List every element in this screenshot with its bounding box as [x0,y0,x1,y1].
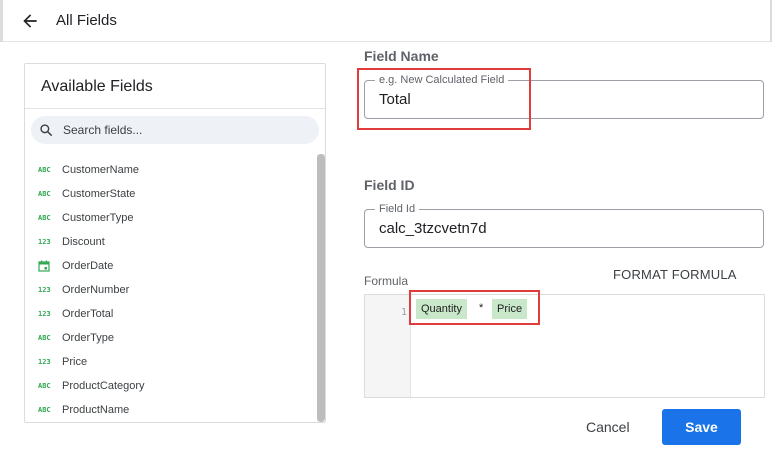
field-name-heading: Field Name [364,48,439,64]
field-item-productcategory[interactable]: ABC ProductCategory [25,374,315,398]
back-button[interactable] [18,10,42,32]
field-item-label: OrderNumber [62,284,130,296]
text-type-icon: ABC [38,166,51,174]
panel-title: Available Fields [41,78,153,95]
calendar-icon [38,260,54,272]
field-item-customername[interactable]: ABC CustomerName [25,158,315,182]
field-id-legend: Field Id [375,203,420,215]
formula-label: Formula [364,274,409,288]
field-id-box[interactable]: Field Id [364,203,764,248]
number-type-icon: 123 [38,310,51,318]
panel-divider [25,108,325,109]
field-item-label: OrderTotal [62,308,114,320]
field-id-heading: Field ID [364,177,415,193]
number-type-icon: 123 [38,286,51,294]
field-item-ordertype[interactable]: ABC OrderType [25,326,315,350]
available-fields-panel: Available Fields ABC CustomerName ABC Cu… [24,63,326,423]
highlight-field-name [357,68,531,130]
field-item-label: CustomerState [62,188,136,200]
field-item-label: OrderDate [62,260,114,272]
field-item-customerstate[interactable]: ABC CustomerState [25,182,315,206]
text-type-icon: ABC [38,190,51,198]
text-type-icon: ABC [38,214,51,222]
field-item-customertype[interactable]: ABC CustomerType [25,206,315,230]
field-item-ordernumber[interactable]: 123 OrderNumber [25,278,315,302]
format-formula-button[interactable]: FORMAT FORMULA [613,267,737,282]
highlight-formula [409,290,540,325]
text-type-icon: ABC [38,406,51,414]
field-item-label: CustomerName [62,164,140,176]
save-button[interactable]: Save [662,409,741,445]
field-item-label: OrderType [62,332,114,344]
search-box[interactable] [31,116,319,144]
field-item-orderdate[interactable]: OrderDate [25,254,315,278]
field-list: ABC CustomerName ABC CustomerState ABC C… [25,158,315,422]
field-item-price[interactable]: 123 Price [25,350,315,374]
scrollbar-thumb[interactable] [317,154,325,422]
field-item-label: ProductCategory [62,380,145,392]
field-item-label: Price [62,356,88,368]
field-item-ordertotal[interactable]: 123 OrderTotal [25,302,315,326]
line-number: 1 [401,307,408,318]
number-type-icon: 123 [38,358,51,366]
arrow-left-icon [23,14,37,28]
window-edge-left [0,0,3,42]
editor-gutter: 1 [365,295,411,397]
field-item-label: ProductName [62,404,130,416]
number-type-icon: 123 [38,238,51,246]
top-bar: All Fields [0,0,772,42]
search-input[interactable] [63,123,303,137]
text-type-icon: ABC [38,334,51,342]
field-item-label: CustomerType [62,212,134,224]
cancel-button[interactable]: Cancel [586,419,630,435]
field-id-input[interactable] [379,220,739,237]
field-item-label: Discount [62,236,105,248]
field-item-productname[interactable]: ABC ProductName [25,398,315,422]
page-title: All Fields [56,12,117,29]
field-item-discount[interactable]: 123 Discount [25,230,315,254]
search-icon [40,124,53,137]
text-type-icon: ABC [38,382,51,390]
